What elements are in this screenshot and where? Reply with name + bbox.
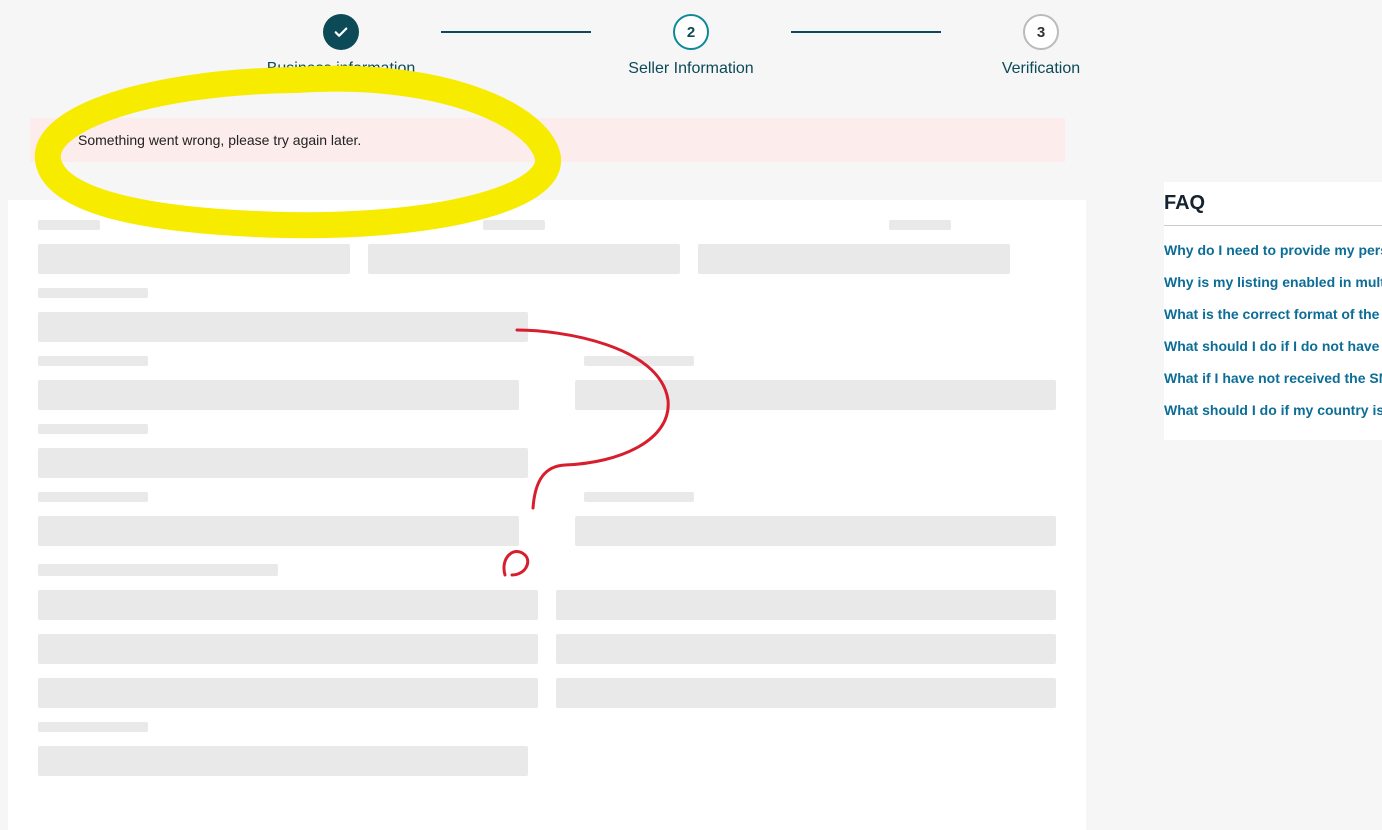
skeleton-input [575,380,1056,410]
skeleton-label [38,288,148,298]
skeleton-label [483,220,545,230]
faq-link[interactable]: What should I do if I do not have a [1164,330,1382,362]
step-circle-pending: 3 [1023,14,1059,50]
skeleton-input [38,244,350,274]
step-verification: 3 Verification [951,14,1131,78]
step-connector [791,31,941,33]
skeleton-input [38,590,538,620]
progress-stepper: Business information 2 Seller Informatio… [0,0,1382,78]
form-card-loading [8,200,1086,830]
error-icon [50,132,66,148]
skeleton-label [38,492,148,502]
skeleton-input [38,746,528,776]
step-business-information: Business information [251,14,431,78]
faq-title: FAQ [1164,182,1382,226]
step-circle-active: 2 [673,14,709,50]
skeleton-label [889,220,951,230]
step-connector [441,31,591,33]
check-icon [332,23,350,41]
skeleton-input [38,516,519,546]
skeleton-input [38,678,538,708]
step-label: Verification [1002,60,1080,78]
faq-link[interactable]: Why is my listing enabled in multi [1164,266,1382,298]
skeleton-input [38,312,528,342]
skeleton-label [38,722,148,732]
skeleton-input [698,244,1010,274]
skeleton-input [368,244,680,274]
skeleton-label [38,220,100,230]
faq-link[interactable]: What if I have not received the SMS [1164,362,1382,394]
skeleton-label [584,492,694,502]
skeleton-input [38,634,538,664]
faq-panel: FAQ Why do I need to provide my perso Wh… [1164,182,1382,440]
faq-link[interactable]: What should I do if my country is n [1164,394,1382,426]
faq-link[interactable]: Why do I need to provide my perso [1164,234,1382,266]
step-label: Seller Information [628,60,753,78]
skeleton-input [38,380,519,410]
skeleton-input [556,634,1056,664]
skeleton-input [575,516,1056,546]
skeleton-label [584,356,694,366]
skeleton-input [556,678,1056,708]
skeleton-heading [38,564,278,576]
error-message: Something went wrong, please try again l… [78,132,361,148]
step-seller-information: 2 Seller Information [601,14,781,78]
error-banner: Something went wrong, please try again l… [30,118,1065,162]
step-label: Business information [267,60,416,78]
faq-link[interactable]: What is the correct format of the p [1164,298,1382,330]
skeleton-input [556,590,1056,620]
skeleton-label [38,356,148,366]
skeleton-label [38,424,148,434]
step-circle-done [323,14,359,50]
skeleton-input [38,448,528,478]
